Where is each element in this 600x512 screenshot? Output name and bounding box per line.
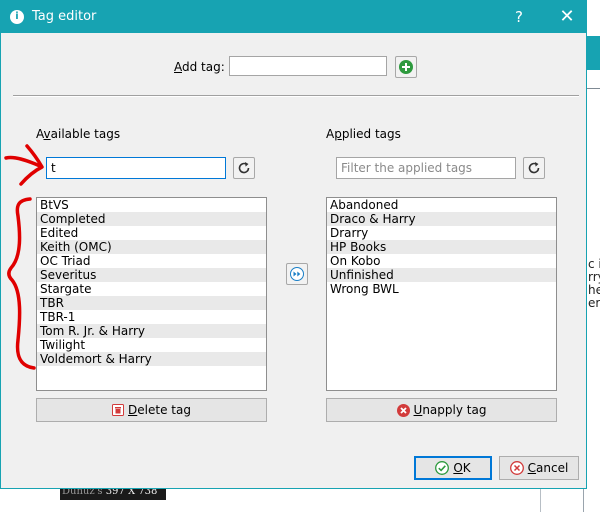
background-text-line: he (588, 283, 600, 297)
list-item[interactable]: Severitus (37, 268, 266, 282)
add-tag-input[interactable] (229, 56, 387, 76)
help-button[interactable]: ? (507, 5, 531, 29)
list-item[interactable]: Tom R. Jr. & Harry (37, 324, 266, 338)
list-item[interactable]: Stargate (37, 282, 266, 296)
ok-button[interactable]: OK (414, 456, 492, 480)
list-item[interactable]: Draco & Harry (327, 212, 556, 226)
window-title: Tag editor (32, 9, 97, 24)
trash-icon (112, 404, 125, 416)
list-item[interactable]: Keith (OMC) (37, 240, 266, 254)
available-tags-label: Available tags (36, 127, 121, 141)
list-item[interactable]: Completed (37, 212, 266, 226)
background-text-line: er' (588, 296, 600, 310)
add-tag-button[interactable] (395, 56, 417, 78)
add-tag-label: Add tag: (174, 60, 225, 74)
list-item[interactable]: Edited (37, 226, 266, 240)
list-item[interactable]: Abandoned (327, 198, 556, 212)
list-item[interactable]: On Kobo (327, 254, 556, 268)
clear-applied-filter-button[interactable] (523, 157, 545, 179)
refresh-icon (238, 162, 250, 174)
delete-tag-button[interactable]: Delete tag (36, 398, 267, 422)
unapply-tag-label: Unapply tag (413, 403, 487, 417)
app-icon: i (10, 10, 24, 24)
tag-editor-dialog: i Tag editor ? ✕ Add tag: Available tags… (0, 0, 587, 489)
list-item[interactable]: Wrong BWL (327, 282, 556, 296)
applied-tags-list[interactable]: Abandoned Draco & Harry Drarry HP Books On K… (326, 197, 557, 391)
unapply-tag-button[interactable]: Unapply tag (326, 398, 557, 422)
applied-tags-filter[interactable] (336, 157, 516, 179)
background-text-line: rry (588, 270, 600, 284)
separator (13, 95, 579, 97)
list-item[interactable]: OC Triad (37, 254, 266, 268)
list-item[interactable]: Twilight (37, 338, 266, 352)
cancel-label: Cancel (527, 461, 569, 475)
title-bar[interactable]: i Tag editor ? ✕ (1, 1, 586, 33)
list-item[interactable]: Drarry (327, 226, 556, 240)
applied-tags-label: Applied tags (326, 127, 401, 141)
list-item[interactable]: Unfinished (327, 268, 556, 282)
x-circle-icon (509, 461, 524, 475)
refresh-icon (528, 162, 540, 174)
close-button[interactable]: ✕ (554, 5, 580, 29)
cancel-button[interactable]: Cancel (499, 456, 579, 480)
x-circle-icon (396, 403, 410, 417)
list-item[interactable]: Voldemort & Harry (37, 352, 266, 366)
list-item[interactable]: HP Books (327, 240, 556, 254)
delete-tag-label: Delete tag (128, 403, 191, 417)
plus-circle-icon (399, 60, 413, 74)
double-arrow-icon (290, 267, 304, 281)
background-text-line: c i (588, 257, 600, 271)
available-tags-filter[interactable] (46, 157, 226, 179)
list-item[interactable]: BtVS (37, 198, 266, 212)
apply-tag-button[interactable] (286, 263, 308, 285)
available-tags-list[interactable]: BtVS Completed Edited Keith (OMC) OC Triad Se… (36, 197, 267, 391)
ok-label: OK (453, 461, 471, 475)
list-item[interactable]: TBR-1 (37, 310, 266, 324)
clear-available-filter-button[interactable] (233, 157, 255, 179)
check-circle-icon (435, 461, 450, 475)
list-item[interactable]: TBR (37, 296, 266, 310)
